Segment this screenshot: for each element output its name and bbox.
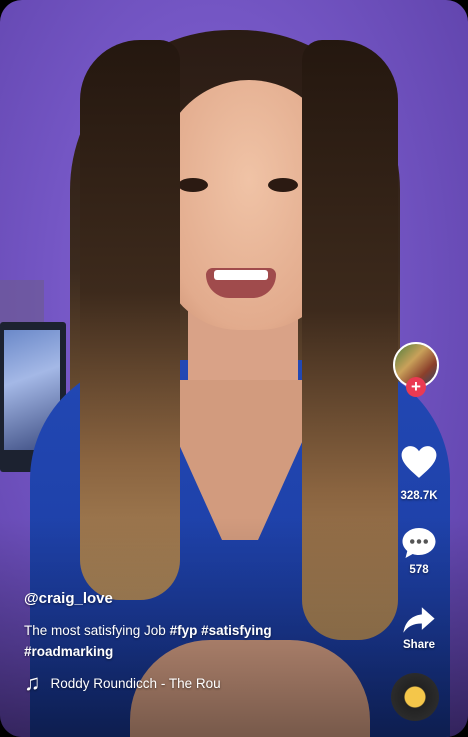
song-title[interactable]: Roddy Roundicch - The Rou: [51, 676, 231, 691]
comment-button[interactable]: 578: [394, 526, 444, 576]
share-arrow-icon[interactable]: [402, 605, 436, 635]
comment-bubble-icon[interactable]: [401, 526, 437, 560]
plus-icon[interactable]: +: [406, 377, 426, 397]
video-description: The most satisfying Job #fyp #satisfying…: [24, 620, 324, 662]
video-subject-eye: [268, 178, 298, 192]
creator-avatar-button[interactable]: +: [393, 342, 443, 398]
creator-username[interactable]: @craig_love: [24, 590, 113, 607]
video-subject-teeth: [214, 270, 268, 280]
music-note-icon: ♫: [24, 670, 41, 695]
hashtag[interactable]: #fyp: [170, 623, 198, 638]
hashtag[interactable]: #roadmarking: [24, 644, 113, 659]
comment-count: 578: [409, 564, 429, 576]
like-count: 328.7K: [400, 490, 438, 502]
description-text: The most satisfying Job: [24, 623, 170, 638]
video-feed-screen[interactable]: + 328.7K 578 Share @craig_love The most …: [0, 0, 468, 737]
video-subject-hair-left: [80, 40, 180, 600]
video-subject-eye: [178, 178, 208, 192]
heart-icon[interactable]: [400, 444, 438, 480]
background-shelf: [0, 280, 44, 326]
share-button[interactable]: Share: [394, 605, 444, 651]
share-label: Share: [403, 639, 435, 651]
music-info[interactable]: ♫ Roddy Roundicch - The Rou: [24, 670, 231, 696]
like-button[interactable]: 328.7K: [394, 444, 444, 502]
music-disc-button[interactable]: [391, 673, 439, 721]
hashtag[interactable]: #satisfying: [201, 623, 272, 638]
